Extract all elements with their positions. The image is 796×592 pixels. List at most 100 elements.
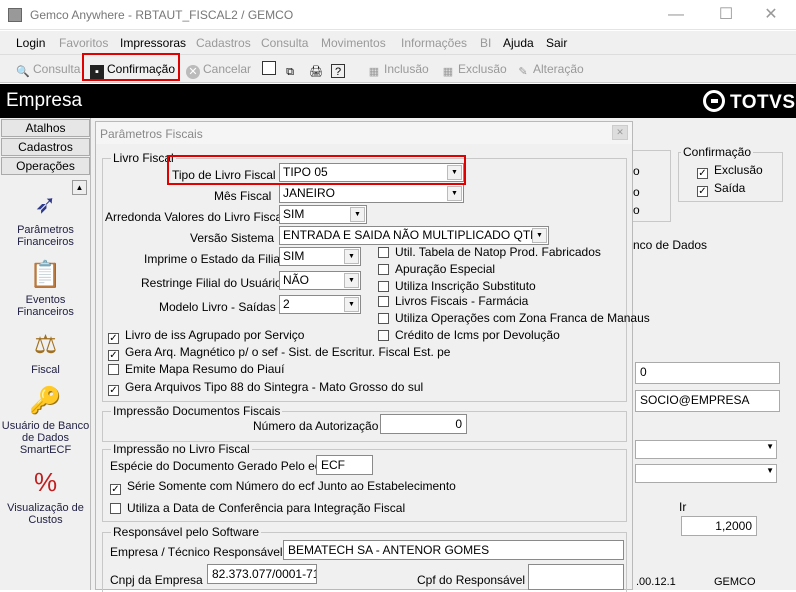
dialog-close-button[interactable]: ✕ <box>612 125 628 140</box>
inclusao-button[interactable]: ▦ Inclusão <box>367 60 429 78</box>
chevron-down-icon: ▼ <box>344 249 359 264</box>
page-header: Empresa TOTVS <box>0 84 796 118</box>
alteracao-button[interactable]: ✎ Alteração <box>516 60 583 78</box>
document-icon: 📋 <box>29 259 62 289</box>
exclusao-button[interactable]: ▦ Exclusão <box>441 60 507 78</box>
chevron-down-icon: ▼ <box>766 466 774 475</box>
versao-select[interactable]: ENTRADA E SAIDA NÃO MULTIPLICADO QTDE ▼ <box>279 226 549 245</box>
nav-item-usuario-banco-dados[interactable]: 🔑 Usuário de Banco de Dados SmartECF <box>0 384 91 456</box>
copy-icon: ⧉ <box>286 66 294 78</box>
util-tabela-checkbox[interactable]: Util. Tabela de Natop Prod. Fabricados <box>378 246 601 259</box>
inscricao-substituto-checkbox[interactable]: Utiliza Inscrição Substituto <box>378 280 536 293</box>
exclusao-checkbox[interactable]: ✓ Exclusão <box>697 164 763 179</box>
gera-arquivos-88-checkbox[interactable]: ✓ Gera Arquivos Tipo 88 do Sintegra - Mat… <box>108 381 423 396</box>
versao-label: Versão Sistema <box>190 231 275 245</box>
imprime-label: Imprime o Estado da Filial <box>144 252 283 266</box>
saida-checkbox[interactable]: ✓ Saída <box>697 182 745 197</box>
empresa-tecnico-label: Empresa / Técnico Responsável <box>110 545 283 559</box>
nav-item-fiscal[interactable]: ⚖ Fiscal <box>0 328 91 376</box>
highlight-confirmacao <box>82 53 180 81</box>
gera-arq-magnetico-checkbox[interactable]: ✓ Gera Arq. Magnético p/ o sef - Sist. de… <box>108 346 450 361</box>
utiliza-data-checkbox[interactable]: Utiliza a Data de Conferência para Integ… <box>110 502 405 515</box>
menu-impressoras[interactable]: Impressoras <box>120 36 186 50</box>
livro-iss-checkbox[interactable]: ✓ Livro de iss Agrupado por Serviço <box>108 329 304 344</box>
modelo-label: Modelo Livro - Saídas <box>159 300 276 314</box>
close-button[interactable]: ✕ <box>759 4 783 26</box>
cancelar-button[interactable]: ✕ Cancelar <box>186 60 251 79</box>
cnpj-input[interactable]: 82.373.077/0001-71 <box>207 564 317 584</box>
ir-field[interactable]: 1,2000 <box>681 516 757 536</box>
consulta-button[interactable]: 🔍 Consulta <box>16 60 80 78</box>
cpf-input[interactable] <box>528 564 624 590</box>
company-label: GEMCO <box>714 576 756 588</box>
menu-bar: Login Favoritos Impressoras Cadastros Co… <box>0 31 796 55</box>
chevron-down-icon: ▼ <box>447 186 462 201</box>
nav-cadastros[interactable]: Cadastros <box>1 138 90 156</box>
totvs-logo: TOTVS <box>703 90 796 114</box>
ir-label: Ir <box>679 500 687 514</box>
print-button[interactable]: 🖨 <box>309 60 326 78</box>
credito-icms-checkbox[interactable]: Crédito de Icms por Devolução <box>378 329 560 342</box>
dialog-title-bar: Parâmetros Fiscais ✕ <box>96 122 632 144</box>
dialog-title: Parâmetros Fiscais <box>100 127 203 141</box>
modelo-select[interactable]: 2 ▼ <box>279 295 361 314</box>
background-select-2[interactable]: ▼ <box>635 464 777 483</box>
new-document-icon <box>262 61 276 75</box>
totvs-logo-icon <box>703 90 725 112</box>
nav-item-visualizacao-custos[interactable]: % Visualização de Custos <box>0 466 91 526</box>
menu-ajuda[interactable]: Ajuda <box>503 36 534 50</box>
arrow-icon: ➶ <box>34 189 57 219</box>
new-document-button[interactable] <box>262 60 279 78</box>
especie-input[interactable]: ECF <box>316 455 373 475</box>
background-field-2[interactable]: SOCIO@EMPRESA <box>635 390 780 412</box>
nav-operacoes[interactable]: Operações <box>1 157 90 175</box>
autorizacao-input[interactable]: 0 <box>380 414 467 434</box>
mes-fiscal-label: Mês Fiscal <box>214 189 272 203</box>
cpf-label: Cpf do Responsável <box>417 573 526 587</box>
banco-dados-label: nco de Dados <box>633 238 708 252</box>
arredonda-select[interactable]: SIM ▼ <box>279 205 367 224</box>
search-icon: 🔍 <box>16 66 30 78</box>
delete-icon: ▦ <box>442 66 454 78</box>
background-select-1[interactable]: ▼ <box>635 440 777 459</box>
background-field-1[interactable]: 0 <box>635 362 780 384</box>
copy-button[interactable]: ⧉ <box>283 60 300 78</box>
menu-login[interactable]: Login <box>16 36 45 50</box>
minimize-button[interactable]: — <box>664 4 688 26</box>
maximize-button[interactable]: ☐ <box>714 4 738 26</box>
menu-favoritos[interactable]: Favoritos <box>59 36 108 50</box>
menu-informacoes[interactable]: Informações <box>401 36 467 50</box>
empresa-tecnico-input[interactable]: BEMATECH SA - ANTENOR GOMES <box>283 540 624 560</box>
highlight-tipo-livro <box>167 155 466 185</box>
menu-consulta[interactable]: Consulta <box>261 36 308 50</box>
especie-label: Espécie do Documento Gerado Pelo ecf <box>110 459 325 473</box>
menu-movimentos[interactable]: Movimentos <box>321 36 386 50</box>
page-title: Empresa <box>6 90 83 111</box>
menu-sair[interactable]: Sair <box>546 36 567 50</box>
printer-icon: 🖨 <box>309 66 323 78</box>
livros-farmacia-checkbox[interactable]: Livros Fiscais - Farmácia <box>378 295 528 308</box>
menu-bi[interactable]: BI <box>480 36 491 50</box>
menu-cadastros[interactable]: Cadastros <box>196 36 251 50</box>
parametros-fiscais-dialog: Parâmetros Fiscais ✕ Livro Fiscal Tipo d… <box>95 121 650 592</box>
mes-fiscal-select[interactable]: JANEIRO ▼ <box>279 184 464 203</box>
help-button[interactable]: ? <box>331 60 348 78</box>
zona-franca-checkbox[interactable]: Utiliza Operações com Zona Franca de Man… <box>378 312 650 325</box>
left-nav: Atalhos Cadastros Operações ▲ ➶ Parâmetro… <box>0 118 91 590</box>
nav-item-eventos-financeiros[interactable]: 📋 Eventos Financeiros <box>0 258 91 318</box>
chevron-down-icon: ▼ <box>766 442 774 451</box>
scale-icon: ⚖ <box>33 329 58 359</box>
emite-mapa-checkbox[interactable]: Emite Mapa Resumo do Piauí <box>108 363 284 376</box>
chevron-down-icon: ▼ <box>532 228 547 243</box>
key-icon: 🔑 <box>29 385 62 415</box>
chevron-down-icon: ▼ <box>344 273 359 288</box>
restringe-select[interactable]: NÃO ▼ <box>279 271 361 290</box>
cancel-icon: ✕ <box>186 65 200 79</box>
window-title: Gemco Anywhere - RBTAUT_FISCAL2 / GEMCO <box>30 8 294 22</box>
nav-item-parametros-financeiros[interactable]: ➶ Parâmetros Financeiros <box>0 188 91 248</box>
apuracao-especial-checkbox[interactable]: Apuração Especial <box>378 263 495 276</box>
imprime-select[interactable]: SIM ▼ <box>279 247 361 266</box>
serie-somente-checkbox[interactable]: ✓ Série Somente com Número do ecf Junto a… <box>110 480 456 495</box>
nav-atalhos[interactable]: Atalhos <box>1 119 90 137</box>
chevron-down-icon: ▼ <box>344 297 359 312</box>
